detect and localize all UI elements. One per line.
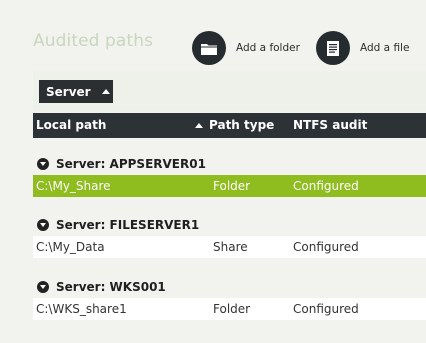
table-row[interactable]: C:\My_Share Folder Configured xyxy=(33,175,426,197)
cell-path-type: Folder xyxy=(213,302,251,316)
group-by-server-button[interactable]: Server xyxy=(39,80,113,103)
group-label: Server: FILESERVER1 xyxy=(56,218,200,232)
column-header-path-type[interactable]: Path type xyxy=(195,113,274,138)
group-label: Server: WKS001 xyxy=(56,280,166,294)
table-row[interactable]: C:\My_Data Share Configured xyxy=(33,236,426,258)
group-header-appserver01[interactable]: Server: APPSERVER01 xyxy=(33,153,426,175)
cell-local-path: C:\My_Share xyxy=(36,179,111,193)
folder-icon xyxy=(192,31,226,65)
cell-ntfs-audit: Configured xyxy=(293,240,359,254)
collapse-icon xyxy=(37,158,49,170)
group-label: Server: APPSERVER01 xyxy=(56,157,206,171)
add-folder-button[interactable]: Add a folder xyxy=(192,31,300,65)
group-header-wks001[interactable]: Server: WKS001 xyxy=(33,276,426,298)
cell-ntfs-audit: Configured xyxy=(293,302,359,316)
add-folder-label: Add a folder xyxy=(236,42,300,54)
sort-ascending-icon xyxy=(101,89,110,94)
group-by-label: Server xyxy=(46,84,91,99)
column-header-ntfs-audit[interactable]: NTFS audit xyxy=(293,113,367,138)
sort-ascending-icon xyxy=(195,123,203,128)
cell-ntfs-audit: Configured xyxy=(293,179,359,193)
cell-local-path: C:\My_Data xyxy=(36,240,105,254)
table-row[interactable]: C:\WKS_share1 Folder Configured xyxy=(33,298,426,320)
audited-paths-panel: Audited paths Add a folder Add a file Se… xyxy=(0,0,426,343)
table-header: Local path Path type NTFS audit xyxy=(33,113,426,138)
column-header-local-path[interactable]: Local path xyxy=(36,113,106,138)
collapse-icon xyxy=(37,219,49,231)
group-header-fileserver1[interactable]: Server: FILESERVER1 xyxy=(33,214,426,236)
cell-local-path: C:\WKS_share1 xyxy=(36,302,127,316)
collapse-icon xyxy=(37,281,49,293)
page-title: Audited paths xyxy=(33,31,154,51)
add-file-label: Add a file xyxy=(360,42,410,54)
add-file-button[interactable]: Add a file xyxy=(316,31,409,65)
document-icon xyxy=(316,31,350,65)
cell-path-type: Share xyxy=(213,240,248,254)
cell-path-type: Folder xyxy=(213,179,251,193)
column-header-path-type-label: Path type xyxy=(209,118,275,132)
